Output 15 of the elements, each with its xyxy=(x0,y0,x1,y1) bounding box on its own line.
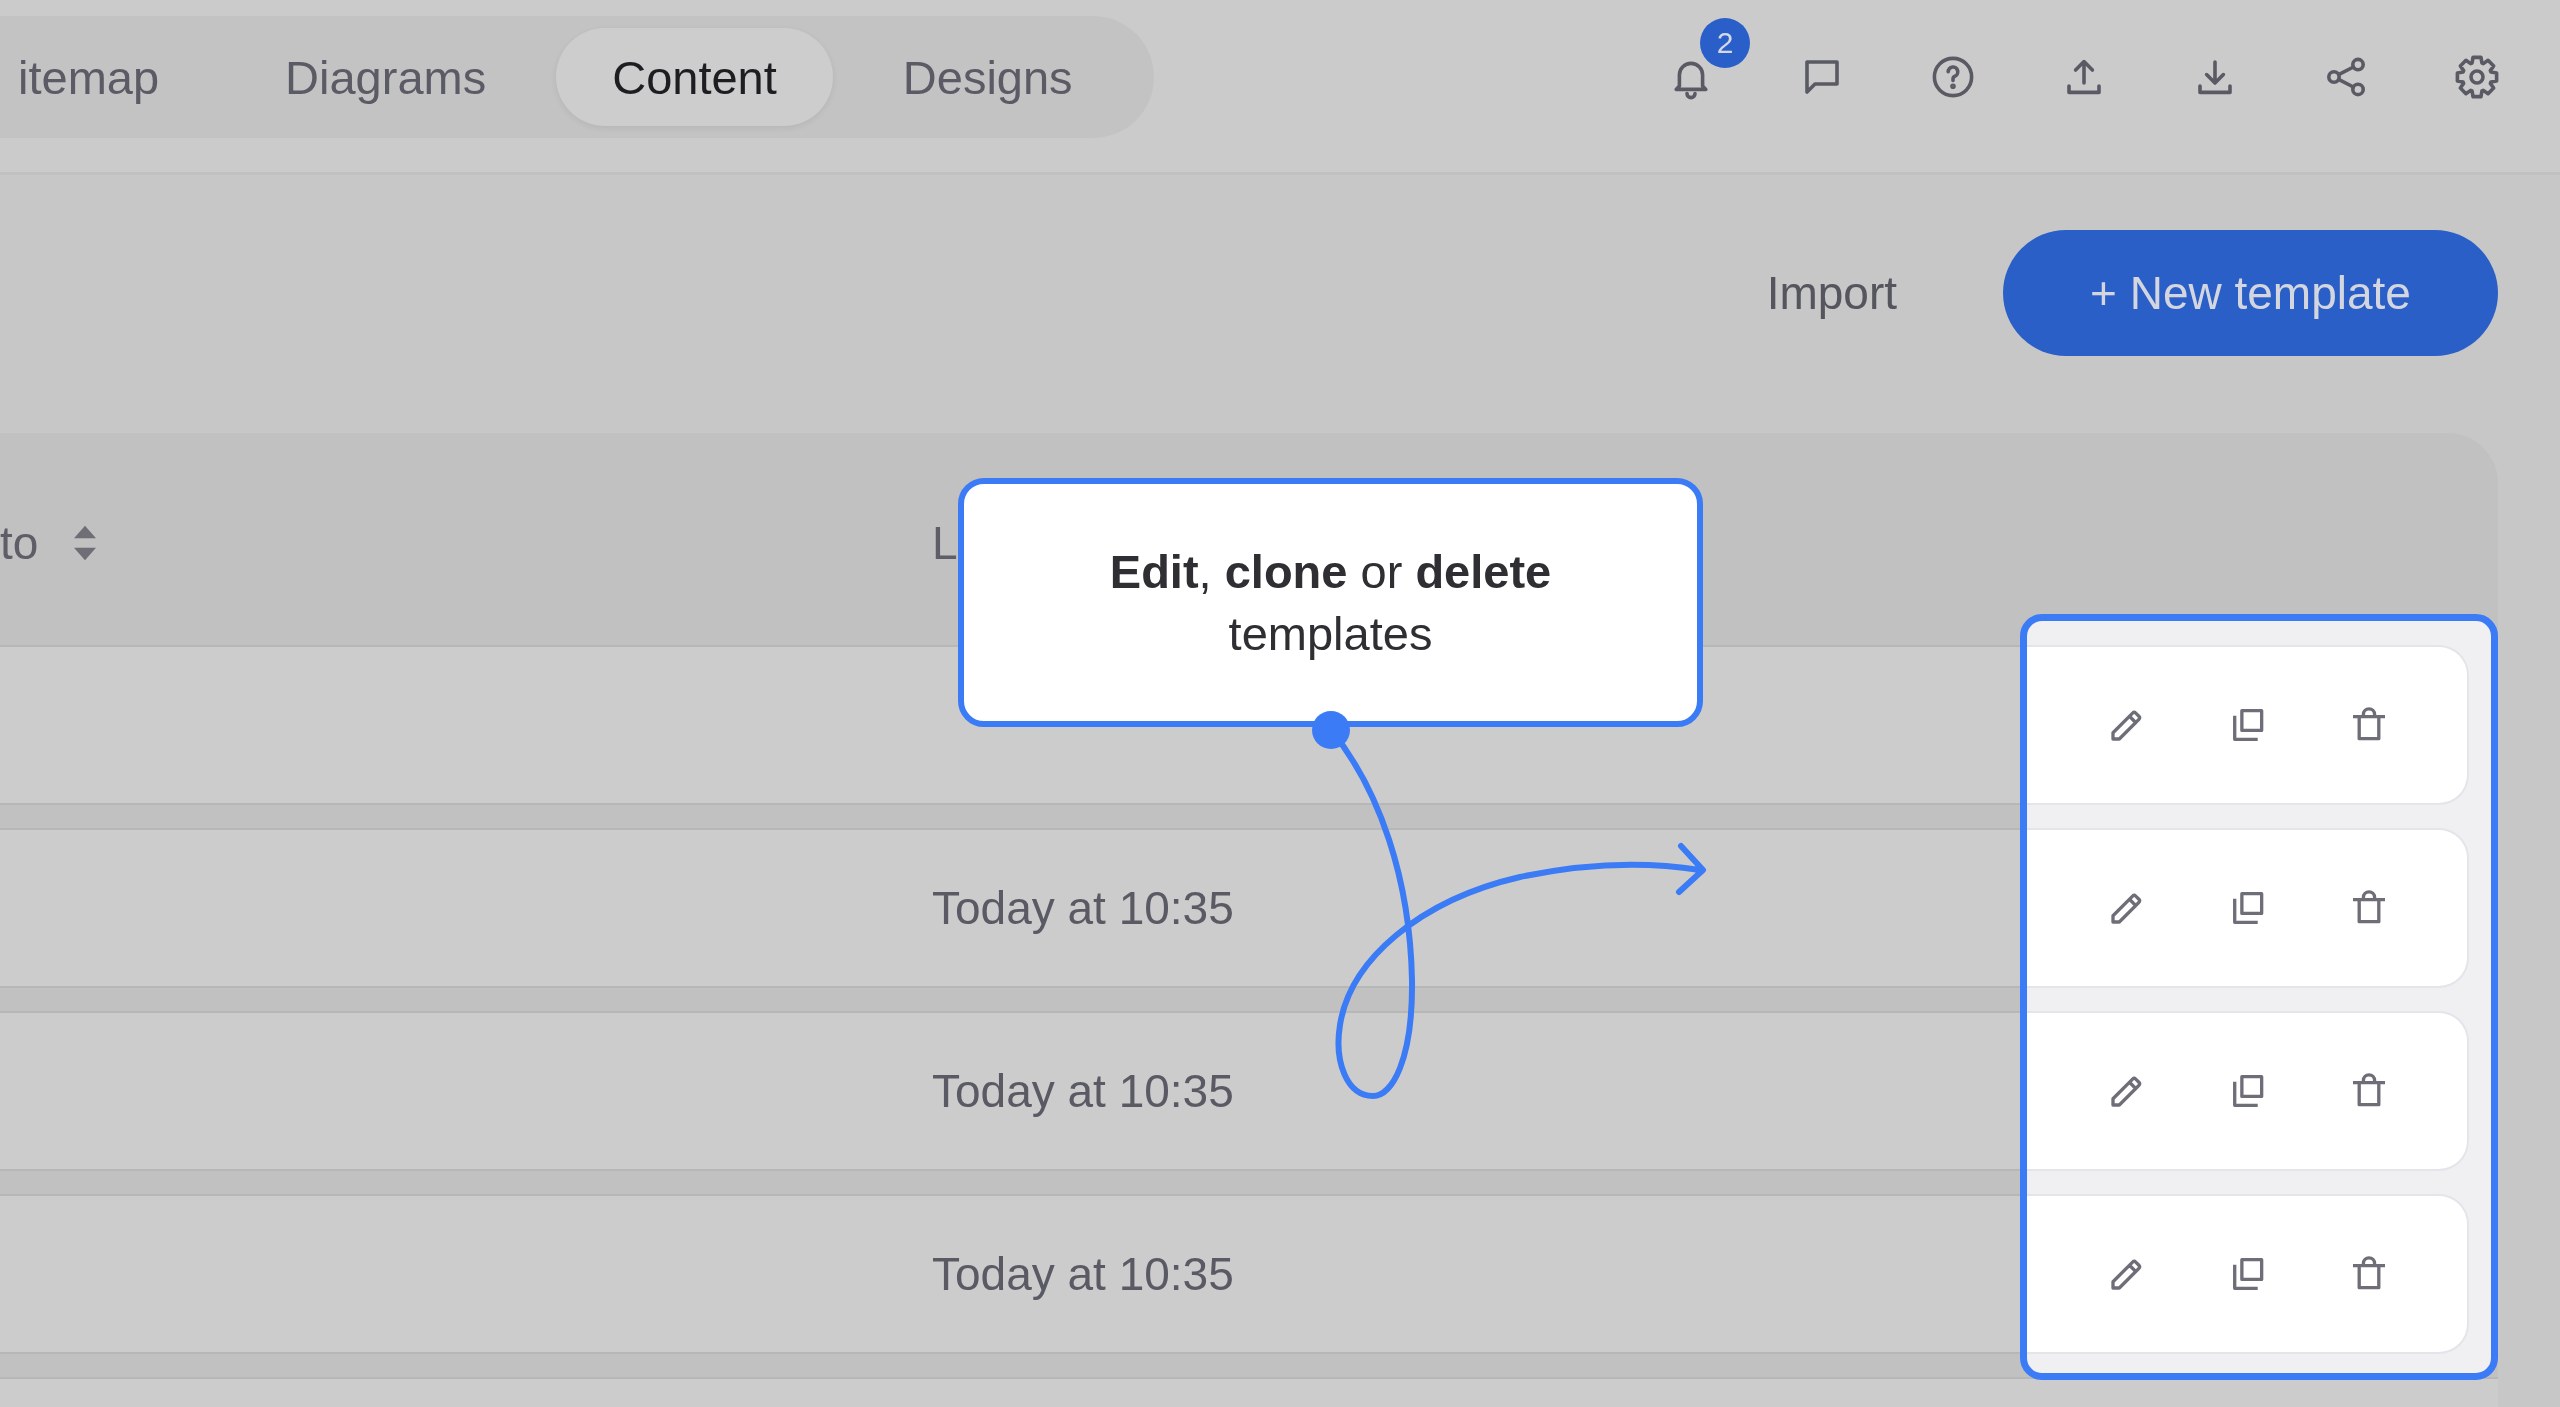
new-template-button[interactable]: + New template xyxy=(2003,230,2498,356)
tab[interactable]: Designs xyxy=(846,28,1129,126)
table-cell: Today at 10:35 xyxy=(932,1064,1234,1118)
table-cell: Today at 10:35 xyxy=(932,881,1234,935)
tab[interactable]: itemap xyxy=(0,28,216,126)
table-cell: Today at 10:35 xyxy=(932,1247,1234,1301)
sort-icon[interactable] xyxy=(74,525,97,561)
column-header[interactable]: L xyxy=(932,516,958,570)
tab[interactable]: Content xyxy=(556,28,833,126)
import-button[interactable]: Import xyxy=(1766,266,1897,320)
tooltip-text: Edit, clone or delete templates xyxy=(1108,543,1553,662)
column-header[interactable]: to xyxy=(0,516,39,570)
settings-icon[interactable] xyxy=(2453,53,2501,101)
tab[interactable]: Diagrams xyxy=(229,28,543,126)
notification-badge: 2 xyxy=(1700,18,1750,68)
